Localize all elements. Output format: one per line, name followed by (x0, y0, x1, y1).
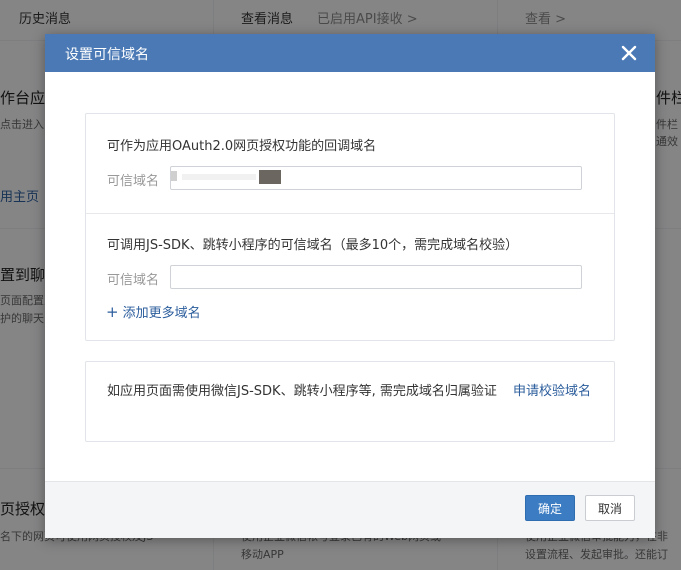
jssdk-field-label: 可信域名 (107, 273, 160, 288)
oauth-domain-title: 可作为应用OAuth2.0网页授权功能的回调域名 (107, 139, 377, 154)
verification-notice-text: 如应用页面需使用微信JS-SDK、跳转小程序等, 需完成域名归属验证 (107, 384, 497, 399)
jssdk-domain-input[interactable] (170, 265, 582, 289)
redacted-domain (171, 171, 177, 181)
add-more-label: 添加更多域名 (122, 306, 201, 321)
domain-verification-panel: 如应用页面需使用微信JS-SDK、跳转小程序等, 需完成域名归属验证 申请校验域… (85, 361, 615, 442)
redacted-domain (259, 170, 281, 184)
apply-verify-domain-link[interactable]: 申请校验域名 (513, 384, 591, 399)
plus-icon: + (106, 303, 119, 321)
oauth-field-label: 可信域名 (107, 174, 160, 189)
jssdk-domain-title: 可调用JS-SDK、跳转小程序的可信域名（最多10个，需完成域名校验） (107, 238, 519, 253)
domain-settings-panel: 可作为应用OAuth2.0网页授权功能的回调域名 可信域名 可调用JS-SDK、… (85, 113, 615, 341)
confirm-button[interactable]: 确定 (525, 495, 575, 521)
dialog-footer: 确定 取消 (45, 481, 655, 538)
redacted-domain (182, 174, 256, 180)
section-divider (86, 213, 614, 214)
add-more-domains-link[interactable]: + 添加更多域名 (106, 302, 201, 321)
trusted-domain-dialog: 设置可信域名 可作为应用OAuth2.0网页授权功能的回调域名 可信域名 可调用… (45, 34, 655, 538)
dialog-header: 设置可信域名 (45, 34, 655, 72)
dialog-title: 设置可信域名 (65, 47, 149, 63)
verification-notice: 如应用页面需使用微信JS-SDK、跳转小程序等, 需完成域名归属验证 申请校验域… (107, 382, 597, 402)
cancel-button[interactable]: 取消 (585, 495, 635, 521)
close-icon[interactable] (619, 43, 639, 63)
